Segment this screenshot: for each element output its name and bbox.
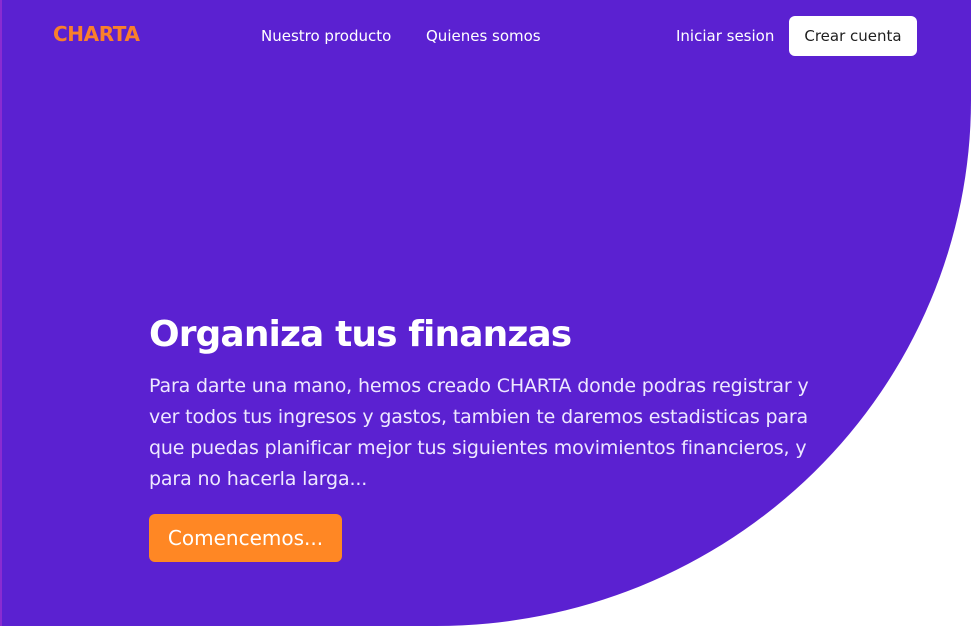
landing-page: CHARTA Nuestro producto Quienes somos In… <box>0 0 971 626</box>
create-account-button[interactable]: Crear cuenta <box>789 16 917 56</box>
hero-content: Organiza tus finanzas Para darte una man… <box>149 313 824 495</box>
start-button[interactable]: Comencemos... <box>149 514 342 562</box>
top-navigation: CHARTA Nuestro producto Quienes somos In… <box>0 0 971 72</box>
hero-description: Para darte una mano, hemos creado CHARTA… <box>149 375 809 490</box>
login-link[interactable]: Iniciar sesion <box>676 27 774 45</box>
nav-link-product[interactable]: Nuestro producto <box>261 27 391 45</box>
nav-link-about[interactable]: Quienes somos <box>426 27 541 45</box>
brand-logo[interactable]: CHARTA <box>53 22 140 46</box>
hero-title: Organiza tus finanzas <box>149 314 572 355</box>
left-accent-edge <box>0 0 2 626</box>
